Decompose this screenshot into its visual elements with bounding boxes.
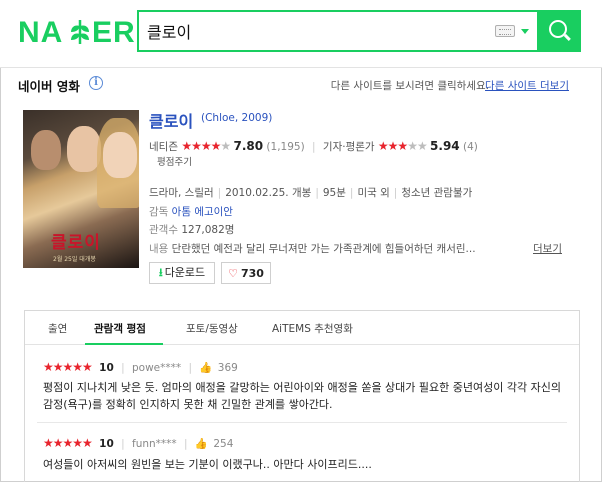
info-row: 드라마, 스릴러 | 2010.02.25. 개봉 | 95분 | 미국 외 | 청소년 관람불… [149,187,473,199]
search-icon [549,20,567,38]
critic-count: (4) [463,141,478,153]
poster-date: 2월 25일 대개봉 [53,256,96,263]
audience-row: 관객수 127,082명 [149,222,234,237]
age-rating: 청소년 관람불가 [401,187,473,199]
movie-poster[interactable]: 클로이 2월 25일 대개봉 [23,110,139,268]
director-link[interactable]: 아톰 에고이안 [172,206,233,218]
review-likes: 369 [217,362,238,374]
poster-figure [67,126,101,172]
audience-label: 관객수 [149,224,178,236]
chevron-down-icon[interactable] [521,29,529,34]
poster-figure [31,130,61,170]
review-user[interactable]: powe**** [132,362,181,374]
rating-row: 네티즌 ★★★★★ 7.80 (1,195) | 기자·평론가 ★★★★★ 5.… [149,139,478,153]
naver-logo[interactable]: NA ER [18,14,136,56]
tab-audience-rating[interactable]: 관람객 평점 [94,321,146,336]
review-score: 10 [99,362,114,374]
keyboard-icon[interactable] [495,25,515,37]
tab-recommended[interactable]: AiTEMS 추천영화 [272,321,353,336]
plot-label: 내용 [149,243,169,255]
section-title: 네이버 영화 [18,79,80,94]
review-stars: ★★★★★ [43,436,93,450]
leaf-icon [71,20,89,45]
review-header: ★★★★★ 10 | powe**** | 👍 369 [43,360,238,374]
review-divider [37,422,567,423]
info-icon[interactable]: i [89,76,103,90]
runtime: 95분 [322,187,346,199]
review-stars: ★★★★★ [43,360,93,374]
genre: 드라마, 스릴러 [149,187,214,199]
thumbs-up-icon[interactable]: 👍 [195,438,208,450]
review-text: 여성들이 아저씨의 원빈을 보는 기분이 이랬구나.. 아만다 사이프리드...… [43,458,372,471]
netizen-count: (1,195) [266,141,305,153]
plot-row: 내용 단란했던 예전과 달리 무너져만 가는 가족관계에 힘들어하던 캐서린..… [149,241,527,256]
review-text: 평점이 지나치게 낮은 듯. 엄마의 애정을 갈망하는 어린아이와 애정을 쏟을… [43,381,561,411]
download-icon: ⭳ [158,265,163,279]
country: 미국 외 [357,187,390,199]
other-sites-link[interactable]: 다른 사이트 더보기 [485,78,569,93]
review-likes: 254 [213,438,234,450]
release-date: 2010.02.25. 개봉 [225,187,312,199]
critic-score: 5.94 [430,139,460,153]
netizen-score: 7.80 [233,139,264,153]
heart-icon: ♡ [228,266,238,280]
tab-bar: 출연 관람객 평점 포토/동영상 AiTEMS 추천영화 [25,311,579,345]
movie-original-title: (Chloe, 2009) [201,112,273,124]
poster-figure [103,132,137,178]
search-input[interactable] [147,18,477,44]
review-score: 10 [99,438,114,450]
tab-photo-video[interactable]: 포토/동영상 [186,321,238,336]
director-label: 감독 [149,206,169,218]
naver-logo-mark: NA ER [18,16,136,49]
review-user[interactable]: funn**** [132,438,177,450]
active-tab-indicator [85,343,163,345]
rate-link[interactable]: 평점주기 [157,154,192,168]
svg-text:ER: ER [92,16,136,48]
audience-count: 127,082명 [181,224,235,236]
review-panel: 출연 관람객 평점 포토/동영상 AiTEMS 추천영화 ★★★★★ 10 | … [24,310,580,482]
review-header: ★★★★★ 10 | funn**** | 👍 254 [43,436,234,450]
download-button[interactable]: ⭳ 다운로드 [149,262,215,284]
plot-text: 단란했던 예전과 달리 무너져만 가는 가족관계에 힘들어하던 캐서린... [171,243,476,255]
thumbs-up-icon[interactable]: 👍 [199,362,212,374]
search-button[interactable] [537,10,581,52]
poster-title: 클로이 [51,233,101,253]
critic-label: 기자·평론가 [322,141,375,153]
director-row: 감독 아톰 에고이안 [149,204,233,219]
movie-title[interactable]: 클로이 [149,108,193,132]
tab-cast[interactable]: 출연 [48,321,67,336]
header: NA ER [0,0,602,68]
search-box [137,10,581,52]
svg-text:NA: NA [18,16,63,48]
critic-stars: ★★★★★ [377,139,428,153]
netizen-label: 네티즌 [149,141,178,153]
netizen-stars: ★★★★★ [181,139,231,153]
more-link[interactable]: 더보기 [533,241,562,256]
other-sites-notice: 다른 사이트를 보시려면 클릭하세요. [330,80,489,92]
like-button[interactable]: ♡ 730 [221,262,271,284]
